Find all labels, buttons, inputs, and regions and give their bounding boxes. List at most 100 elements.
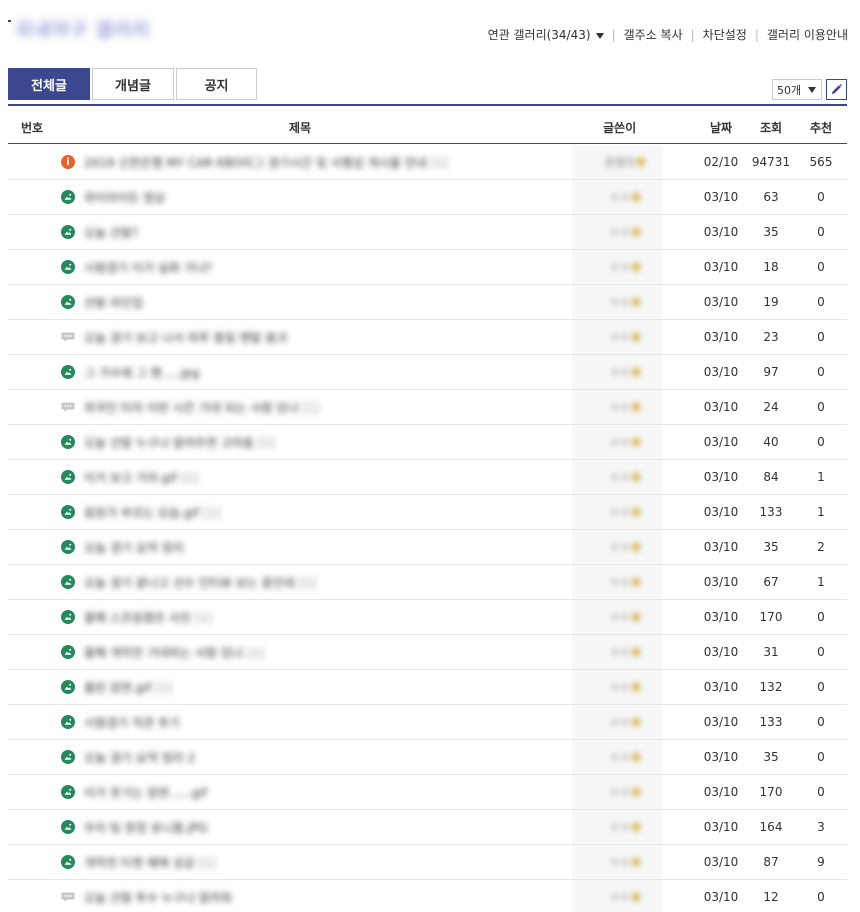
post-row[interactable]: 오늘 경기 보고 나서 하루 종일 멘탈 붕괴 ㅇㅇ 03/10 23 0 xyxy=(8,320,847,355)
post-row[interactable]: 오늘 선발? ㅇㅇ 03/10 35 0 xyxy=(8,215,847,250)
post-row[interactable]: 시범경기 이거 실화 가냐? ㅇㅇ 03/10 18 0 xyxy=(8,250,847,285)
post-title[interactable]: 하이라이트 영상 xyxy=(84,189,165,206)
comment-count[interactable]: [1] xyxy=(155,681,172,695)
post-title[interactable]: 개막전 티켓 예매 성공 [1] xyxy=(84,854,216,871)
post-title[interactable]: 오늘 경기 끝나고 선수 인터뷰 보는 중인데 [1] xyxy=(84,574,316,591)
post-row[interactable]: 올해 스프링캠프 사진 [1] ㅇㅇ 03/10 170 0 xyxy=(8,600,847,635)
post-writer[interactable]: ㅇㅇ xyxy=(580,819,670,835)
comment-count[interactable]: [1] xyxy=(247,646,264,660)
comment-count[interactable]: [1] xyxy=(195,611,212,625)
post-writer-name: ㅇㅇ xyxy=(609,506,631,519)
comment-count[interactable]: [1] xyxy=(181,471,198,485)
post-recommend: 0 xyxy=(817,750,825,764)
tab-notice[interactable]: 공지 xyxy=(176,68,257,100)
comment-count[interactable]: [1] xyxy=(302,401,319,415)
post-row[interactable]: 선발 라인업 ㅇㅇ 03/10 19 0 xyxy=(8,285,847,320)
post-row[interactable]: 오늘 선발 투수 누구냐 알려줘 ㅇㅇ 03/10 12 0 xyxy=(8,880,847,912)
post-title[interactable]: 오늘 선발? xyxy=(84,224,138,241)
post-title[interactable]: 응원가 부르는 모습.gif [1] xyxy=(84,504,220,521)
post-title[interactable]: 시범경기 이거 실화 가냐? xyxy=(84,259,212,276)
post-title-text: 올해 스프링캠프 사진 xyxy=(84,611,191,625)
post-row[interactable]: 외국인 타자 이번 시즌 기대 되는 사람 있냐 [1] ㅇㅇ 03/10 24 0 xyxy=(8,390,847,425)
post-writer[interactable]: ㅇㅇ xyxy=(580,399,670,415)
post-writer[interactable]: ㅇㅇ xyxy=(580,889,670,905)
post-writer-name: ㅇㅇ xyxy=(609,436,631,449)
post-title[interactable]: 외국인 타자 이번 시즌 기대 되는 사람 있냐 [1] xyxy=(84,399,319,416)
post-writer[interactable]: ㅇㅇ xyxy=(580,364,670,380)
post-writer[interactable]: ㅇㅇ xyxy=(580,854,670,870)
gallery-title[interactable]: 국내야구 갤러리 xyxy=(8,14,150,42)
image-post-icon xyxy=(61,785,75,799)
post-writer[interactable]: ㅇㅇ xyxy=(580,714,670,730)
post-title[interactable]: 올해 개막전 기대하는 사람 있냐 [1] xyxy=(84,644,264,661)
comment-count[interactable]: [1] xyxy=(199,856,216,870)
copy-address-link[interactable]: 갤주소 복사 xyxy=(624,26,683,43)
image-post-icon xyxy=(61,820,75,834)
post-row[interactable]: 우리 팀 원정 유니폼.JPG ㅇㅇ 03/10 164 3 xyxy=(8,810,847,845)
post-row[interactable]: 오늘 경기 요약 정리 ㅇㅇ 03/10 35 2 xyxy=(8,530,847,565)
comment-count[interactable]: [1] xyxy=(431,156,448,170)
post-writer[interactable]: ㅇㅇ xyxy=(580,329,670,345)
post-writer[interactable]: ㅇㅇ xyxy=(580,679,670,695)
post-writer[interactable]: ㅇㅇ xyxy=(580,504,670,520)
related-gallery-link[interactable]: 연관 갤러리(34/43) xyxy=(488,26,604,43)
post-writer[interactable]: ㅇㅇ xyxy=(580,434,670,450)
comment-count[interactable]: [1] xyxy=(258,436,275,450)
post-title[interactable]: 우리 팀 원정 유니폼.JPG xyxy=(84,819,208,836)
post-title[interactable]: 이거 보고 가라.gif [1] xyxy=(84,469,198,486)
post-title[interactable]: 2019 신한은행 MY CAR KBO리그 경기시간 및 사행성 게시물 안내… xyxy=(84,154,448,171)
post-title[interactable]: 이거 웃기는 장면......gif xyxy=(84,784,207,801)
post-title[interactable]: 선발 라인업 xyxy=(84,294,143,311)
post-row[interactable]: 홈런 장면.gif [1] ㅇㅇ 03/10 132 0 xyxy=(8,670,847,705)
post-title[interactable]: 오늘 선발 누구냐 알려주면 고마움 [1] xyxy=(84,434,275,451)
post-writer[interactable]: ㅇㅇ xyxy=(580,189,670,205)
gallery-guide-link[interactable]: 갤러리 이용안내 xyxy=(767,26,848,43)
post-row[interactable]: 그 가수에 그 팬.....jpg ㅇㅇ 03/10 97 0 xyxy=(8,355,847,390)
post-writer[interactable]: ㅇㅇ xyxy=(580,294,670,310)
post-writer[interactable]: ㅇㅇ xyxy=(580,609,670,625)
post-row[interactable]: 개막전 티켓 예매 성공 [1] ㅇㅇ 03/10 87 9 xyxy=(8,845,847,880)
post-row[interactable]: 응원가 부르는 모습.gif [1] ㅇㅇ 03/10 133 1 xyxy=(8,495,847,530)
post-title[interactable]: 오늘 경기 요약 정리 2 xyxy=(84,749,195,766)
image-post-icon xyxy=(61,750,75,764)
post-writer[interactable]: ㅇㅇ xyxy=(580,539,670,555)
comment-count[interactable]: [1] xyxy=(299,576,316,590)
post-row[interactable]: 이거 웃기는 장면......gif ㅇㅇ 03/10 170 0 xyxy=(8,775,847,810)
post-title[interactable]: 올해 스프링캠프 사진 [1] xyxy=(84,609,212,626)
post-title[interactable]: 오늘 선발 투수 누구냐 알려줘 xyxy=(84,889,232,906)
post-row[interactable]: 시범경기 직관 후기 ㅇㅇ 03/10 133 0 xyxy=(8,705,847,740)
post-writer[interactable]: ㅇㅇ xyxy=(580,574,670,590)
tab-all-posts[interactable]: 전체글 xyxy=(8,68,90,100)
post-writer[interactable]: 운영자 xyxy=(580,154,670,170)
post-views: 35 xyxy=(763,540,779,554)
post-row[interactable]: 이거 보고 가라.gif [1] ㅇㅇ 03/10 84 1 xyxy=(8,460,847,495)
post-title-text: 이거 웃기는 장면......gif xyxy=(84,786,207,800)
post-writer-name: ㅇㅇ xyxy=(609,296,631,309)
per-page-select[interactable]: 50개 xyxy=(772,79,822,100)
comment-count[interactable]: [1] xyxy=(203,506,220,520)
post-title[interactable]: 그 가수에 그 팬.....jpg xyxy=(84,364,199,381)
post-views: 97 xyxy=(763,365,779,379)
post-writer[interactable]: ㅇㅇ xyxy=(580,224,670,240)
post-row[interactable]: 오늘 경기 요약 정리 2 ㅇㅇ 03/10 35 0 xyxy=(8,740,847,775)
post-recommend: 0 xyxy=(817,330,825,344)
post-title[interactable]: 홈런 장면.gif [1] xyxy=(84,679,172,696)
post-title[interactable]: 시범경기 직관 후기 xyxy=(84,714,180,731)
write-button[interactable] xyxy=(826,79,847,100)
post-writer[interactable]: ㅇㅇ xyxy=(580,784,670,800)
post-writer[interactable]: ㅇㅇ xyxy=(580,749,670,765)
post-row[interactable]: i 2019 신한은행 MY CAR KBO리그 경기시간 및 사행성 게시물 안… xyxy=(8,145,847,180)
post-row[interactable]: 오늘 선발 누구냐 알려주면 고마움 [1] ㅇㅇ 03/10 40 0 xyxy=(8,425,847,460)
post-writer[interactable]: ㅇㅇ xyxy=(580,469,670,485)
writer-badge-icon xyxy=(632,368,641,376)
post-writer[interactable]: ㅇㅇ xyxy=(580,644,670,660)
post-writer[interactable]: ㅇㅇ xyxy=(580,259,670,275)
gallery-title-text[interactable]: 국내야구 갤러리 xyxy=(14,15,150,42)
post-row[interactable]: 하이라이트 영상 ㅇㅇ 03/10 63 0 xyxy=(8,180,847,215)
post-row[interactable]: 올해 개막전 기대하는 사람 있냐 [1] ㅇㅇ 03/10 31 0 xyxy=(8,635,847,670)
post-title[interactable]: 오늘 경기 보고 나서 하루 종일 멘탈 붕괴 xyxy=(84,329,287,346)
post-row[interactable]: 오늘 경기 끝나고 선수 인터뷰 보는 중인데 [1] ㅇㅇ 03/10 67 1 xyxy=(8,565,847,600)
block-settings-link[interactable]: 차단설정 xyxy=(703,26,747,43)
tab-concept-posts[interactable]: 개념글 xyxy=(92,68,174,100)
post-title[interactable]: 오늘 경기 요약 정리 xyxy=(84,539,184,556)
